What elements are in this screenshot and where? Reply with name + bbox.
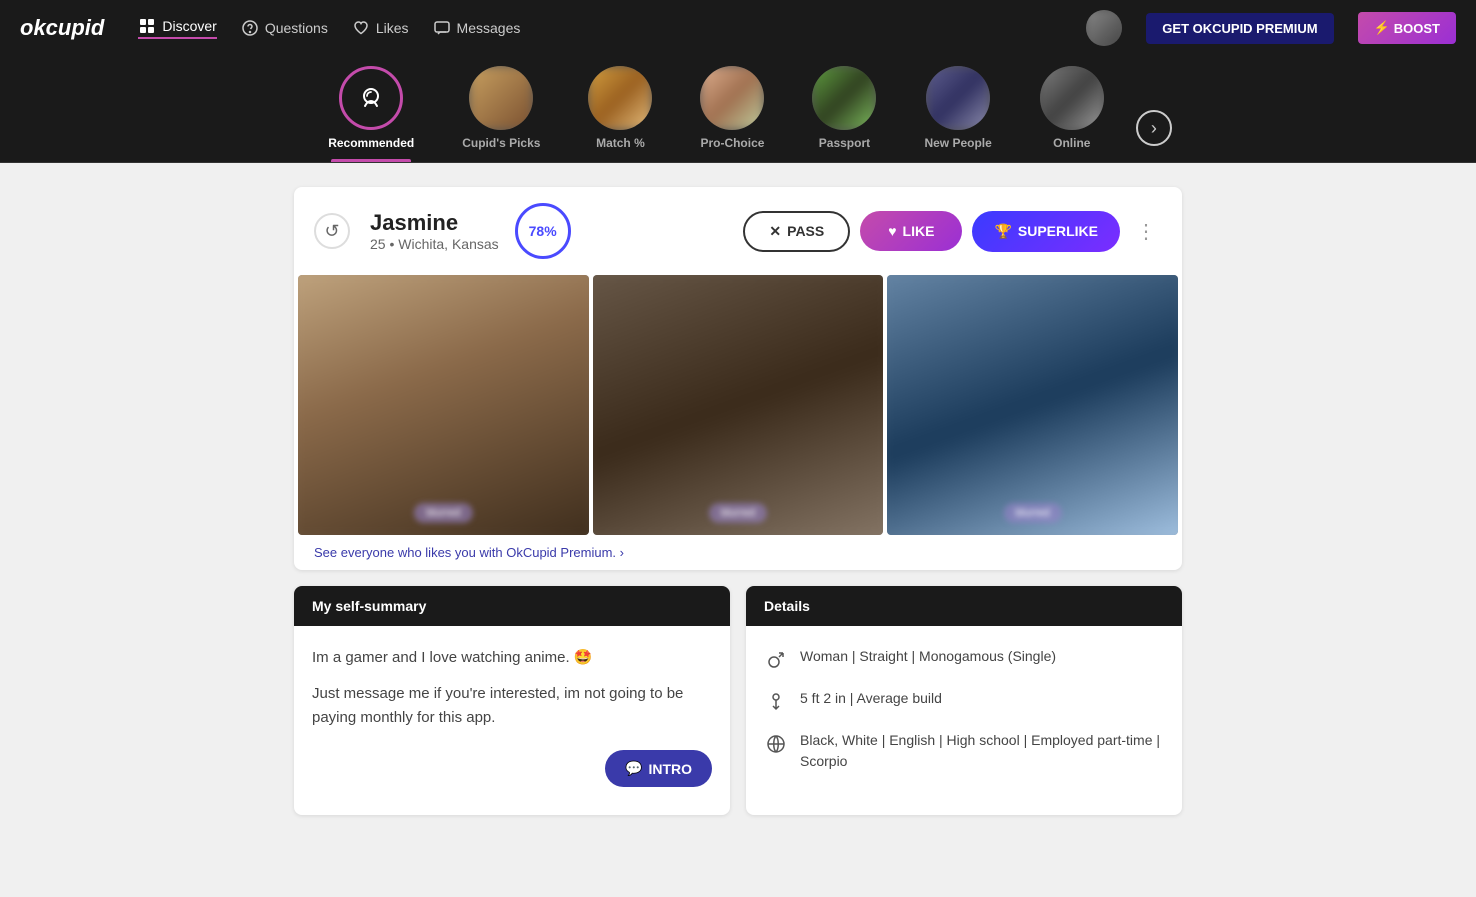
detail-height-text: 5 ft 2 in | Average build (800, 688, 942, 709)
online-thumb (1040, 66, 1104, 130)
profile-card: ↺ Jasmine 25 • Wichita, Kansas 78% ✕ PAS… (294, 187, 1182, 570)
recommended-icon-thumb (339, 66, 403, 130)
message-intro-icon: 💬 (625, 760, 642, 777)
photo-tag-1: blurred (414, 503, 472, 523)
heart-icon (352, 19, 370, 37)
main-content: ↺ Jasmine 25 • Wichita, Kansas 78% ✕ PAS… (278, 187, 1198, 815)
passport-thumb (812, 66, 876, 130)
boost-button[interactable]: ⚡ BOOST (1358, 12, 1456, 44)
lightning-icon: ⚡ (1374, 20, 1390, 36)
profile-header: ↺ Jasmine 25 • Wichita, Kansas 78% ✕ PAS… (294, 187, 1182, 275)
detail-row-gender: Woman | Straight | Monogamous (Single) (764, 646, 1164, 672)
brand-logo[interactable]: okcupid (20, 15, 104, 41)
pro-choice-thumb (700, 66, 764, 130)
self-summary-card: My self-summary Im a gamer and I love wa… (294, 586, 730, 815)
action-buttons: ✕ PASS ♥ LIKE 🏆 SUPERLIKE ⋮ (743, 211, 1162, 252)
user-avatar-area (1086, 10, 1122, 46)
discover-pro-choice[interactable]: Pro-Choice (676, 66, 788, 162)
detail-gender-text: Woman | Straight | Monogamous (Single) (800, 646, 1056, 667)
nav-likes[interactable]: Likes (352, 19, 409, 37)
profile-photo-2[interactable]: blurred (593, 275, 884, 535)
profile-age-location: 25 • Wichita, Kansas (370, 236, 499, 252)
x-icon: ✕ (769, 223, 781, 240)
self-summary-body: Im a gamer and I love watching anime. 🤩 … (294, 626, 730, 815)
profile-sections: My self-summary Im a gamer and I love wa… (294, 586, 1182, 815)
grid-icon (138, 17, 156, 35)
details-body: Woman | Straight | Monogamous (Single) 5… (746, 626, 1182, 808)
passport-label: Passport (819, 136, 870, 150)
recommended-label: Recommended (328, 136, 414, 150)
photo-tag-2: blurred (709, 503, 767, 523)
profile-photo-1[interactable]: blurred (298, 275, 589, 535)
self-summary-text1: Im a gamer and I love watching anime. 🤩 (312, 646, 712, 670)
photo-tag-3: blurred (1004, 503, 1062, 523)
new-people-thumb (926, 66, 990, 130)
message-icon (433, 19, 451, 37)
detail-background-text: Black, White | English | High school | E… (800, 730, 1164, 772)
nav-questions[interactable]: Questions (241, 19, 328, 37)
details-header: Details (746, 586, 1182, 626)
discover-new-people[interactable]: New People (900, 66, 1015, 162)
self-summary-text2: Just message me if you're interested, im… (312, 682, 712, 730)
pro-choice-label: Pro-Choice (700, 136, 764, 150)
intro-button[interactable]: 💬 INTRO (605, 750, 712, 787)
pass-button[interactable]: ✕ PASS (743, 211, 850, 252)
details-card: Details Woman | Straight | Monogamous (S… (746, 586, 1182, 815)
question-icon (241, 19, 259, 37)
match-percent-circle: 78% (515, 203, 571, 259)
nav-likes-label: Likes (376, 20, 409, 36)
discover-recommended[interactable]: Recommended (304, 66, 438, 162)
match-thumb (588, 66, 652, 130)
intro-area: 💬 INTRO (312, 742, 712, 795)
online-label: Online (1053, 136, 1090, 150)
cupids-picks-thumb (469, 66, 533, 130)
like-button[interactable]: ♥ LIKE (860, 211, 962, 251)
detail-row-height: 5 ft 2 in | Average build (764, 688, 1164, 714)
height-icon (764, 690, 788, 714)
profile-info: Jasmine 25 • Wichita, Kansas (370, 210, 499, 252)
superlike-icon: 🏆 (994, 223, 1011, 240)
profile-name: Jasmine (370, 210, 499, 236)
premium-button[interactable]: GET OKCUPID PREMIUM (1146, 13, 1333, 44)
discover-passport[interactable]: Passport (788, 66, 900, 162)
more-options-button[interactable]: ⋮ (1130, 215, 1162, 247)
match-label: Match % (596, 136, 645, 150)
profile-photo-3[interactable]: blurred (887, 275, 1178, 535)
globe-icon (764, 732, 788, 756)
profile-photos: blurred blurred blurred (294, 275, 1182, 535)
cupids-picks-label: Cupid's Picks (462, 136, 540, 150)
navigation: okcupid Discover Questions Likes Message… (0, 0, 1476, 56)
discover-next-button[interactable]: › (1136, 110, 1172, 146)
nav-discover-label: Discover (162, 18, 216, 34)
premium-prompt[interactable]: See everyone who likes you with OkCupid … (294, 535, 1182, 570)
detail-row-background: Black, White | English | High school | E… (764, 730, 1164, 772)
discover-bar: Recommended Cupid's Picks Match % Pro-Ch… (0, 56, 1476, 163)
discover-cupids-picks[interactable]: Cupid's Picks (438, 66, 564, 162)
back-button[interactable]: ↺ (314, 213, 350, 249)
self-summary-header: My self-summary (294, 586, 730, 626)
user-avatar[interactable] (1086, 10, 1122, 46)
discover-online[interactable]: Online (1016, 66, 1128, 162)
superlike-button[interactable]: 🏆 SUPERLIKE (972, 211, 1120, 252)
nav-discover[interactable]: Discover (138, 17, 216, 39)
nav-messages[interactable]: Messages (433, 19, 521, 37)
new-people-label: New People (924, 136, 991, 150)
discover-match[interactable]: Match % (564, 66, 676, 162)
nav-questions-label: Questions (265, 20, 328, 36)
heart-like-icon: ♥ (888, 223, 896, 239)
gender-icon (764, 648, 788, 672)
nav-messages-label: Messages (457, 20, 521, 36)
